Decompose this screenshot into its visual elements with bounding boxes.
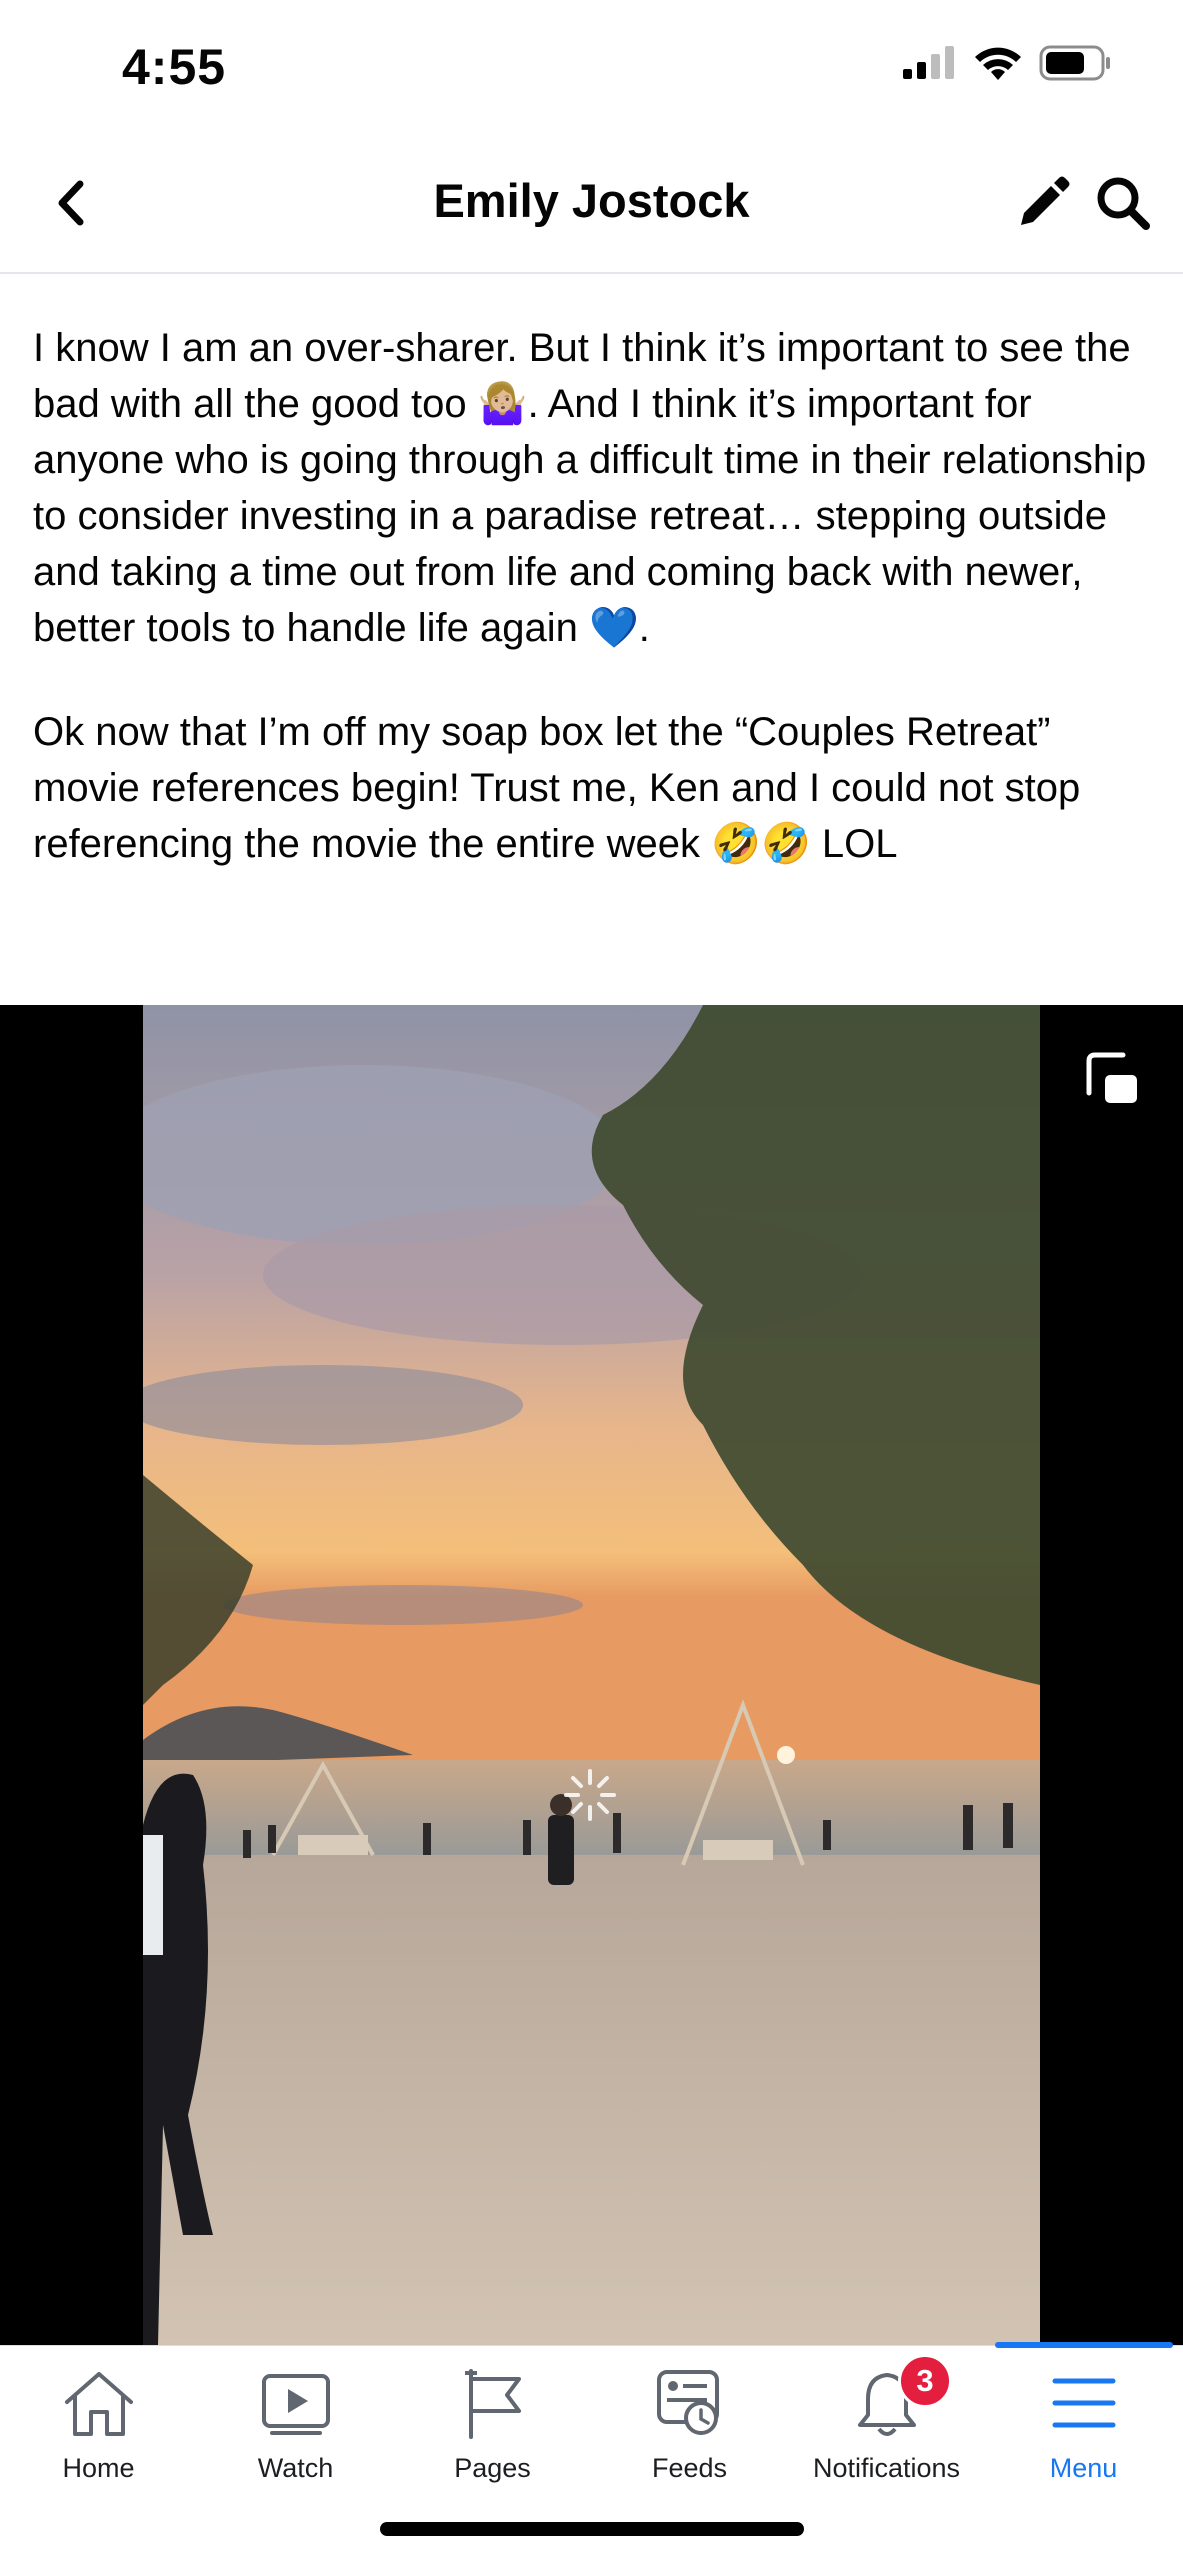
watch-play-icon <box>261 2374 330 2435</box>
post-video[interactable] <box>0 1005 1183 2345</box>
notification-badge: 3 <box>898 2354 952 2408</box>
tab-watch[interactable]: Watch <box>197 2346 394 2496</box>
tab-home[interactable]: Home <box>0 2346 197 2496</box>
home-icon <box>64 2372 133 2436</box>
tab-label: Watch <box>257 2453 334 2483</box>
status-time: 4:55 <box>122 39 227 95</box>
tab-feeds[interactable]: Feeds <box>591 2346 788 2496</box>
search-button[interactable] <box>1093 173 1153 233</box>
home-indicator[interactable] <box>380 2522 804 2536</box>
battery-icon <box>1039 45 1110 81</box>
pencil-icon <box>1021 176 1070 225</box>
feeds-clock-icon <box>656 2370 719 2435</box>
page-title: Emily Jostock <box>433 174 750 227</box>
wifi-icon <box>975 47 1021 80</box>
tab-label: Feeds <box>651 2453 728 2483</box>
picture-in-picture-icon[interactable] <box>1083 1049 1143 1109</box>
loading-spinner-icon <box>564 1769 616 1821</box>
status-icons <box>901 44 1113 82</box>
tab-pages[interactable]: Pages <box>394 2346 591 2496</box>
flag-icon <box>464 2369 521 2439</box>
post-text: I know I am an over-sharer. But I think … <box>33 320 1153 872</box>
post-paragraph: I know I am an over-sharer. But I think … <box>33 326 1147 650</box>
search-icon <box>1097 177 1150 230</box>
page-header: Emily Jostock <box>0 135 1183 274</box>
tab-label: Pages <box>454 2453 531 2483</box>
edit-button[interactable] <box>1013 173 1073 233</box>
tab-label: Notifications <box>812 2453 961 2483</box>
hamburger-menu-icon <box>1052 2378 1115 2428</box>
tab-notifications[interactable]: 3 Notifications <box>788 2346 985 2496</box>
tab-label: Menu <box>1049 2453 1118 2483</box>
status-bar: 4:55 <box>0 0 1183 135</box>
post-paragraph: Ok now that I’m off my soap box let the … <box>33 710 1081 866</box>
tab-label: Home <box>62 2453 135 2483</box>
tab-menu[interactable]: Menu <box>985 2346 1182 2496</box>
video-frame <box>143 1005 1040 2345</box>
signal-icon <box>903 46 954 79</box>
